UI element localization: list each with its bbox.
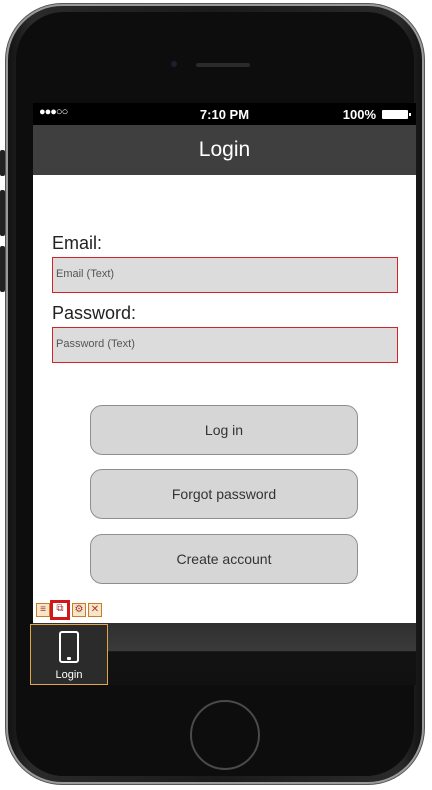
home-button[interactable]	[190, 700, 260, 770]
list-icon[interactable]: ≡	[36, 603, 50, 617]
page-title: Login	[198, 138, 251, 161]
create-account-button[interactable]: Create account	[90, 534, 358, 584]
status-bar: ●●●○○ 7:10 PM 100%	[33, 103, 416, 125]
earpiece-speaker	[196, 63, 250, 67]
password-label: Password:	[52, 303, 137, 323]
forgot-password-button[interactable]: Forgot password	[90, 469, 358, 519]
email-field[interactable]: Email (Text)	[52, 257, 398, 293]
tab-item-login[interactable]: Login	[30, 624, 108, 685]
phone-screen: ●●●○○ 7:10 PM 100% Login Email: Email (T…	[33, 103, 416, 685]
phone-icon	[59, 631, 79, 663]
settings-icon[interactable]: ⚙	[72, 603, 86, 617]
volume-up-button	[0, 190, 5, 236]
mute-switch	[0, 150, 5, 176]
battery-icon	[382, 110, 411, 119]
close-icon[interactable]: ✕	[88, 603, 102, 617]
volume-down-button	[0, 246, 5, 292]
login-button[interactable]: Log in	[90, 405, 358, 455]
navigation-bar: Login	[33, 125, 416, 175]
email-label: Email:	[52, 233, 103, 253]
front-camera	[171, 61, 177, 67]
password-field[interactable]: Password (Text)	[52, 327, 398, 363]
tab-item-label: Login	[55, 669, 83, 681]
battery-percentage: 100%	[342, 107, 376, 122]
copy-icon[interactable]: ⧉	[50, 600, 70, 620]
